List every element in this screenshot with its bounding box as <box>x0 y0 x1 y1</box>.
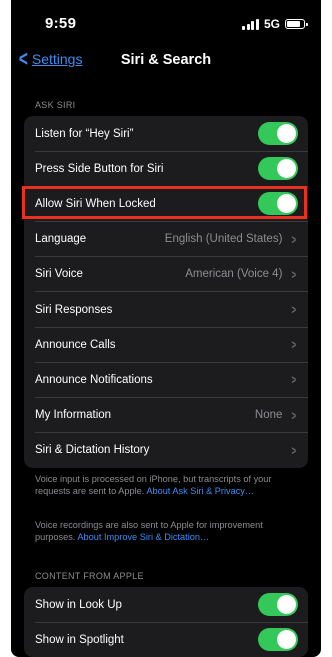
announce-notifications-row[interactable]: Announce Notifications > <box>24 362 308 398</box>
recordings-footnote: Voice recordings are also sent to Apple … <box>35 520 303 544</box>
my-information-row[interactable]: My Information None > <box>24 398 308 433</box>
chevron-right-icon: > <box>291 266 297 282</box>
language-row[interactable]: Language English (United States) > <box>24 222 308 257</box>
allow-when-locked-label: Allow Siri When Locked <box>35 197 156 210</box>
status-bar: 9:59 5G <box>11 0 321 44</box>
voice-input-footnote: Voice input is processed on iPhone, but … <box>35 474 303 498</box>
siri-voice-label: Siri Voice <box>35 268 83 281</box>
about-ask-siri-link[interactable]: About Ask Siri & Privacy… <box>146 486 254 496</box>
show-in-spotlight-row[interactable]: Show in Spotlight <box>24 622 308 657</box>
hey-siri-row[interactable]: Listen for “Hey Siri” <box>24 116 308 152</box>
chevron-right-icon: > <box>291 442 297 458</box>
side-button-label: Press Side Button for Siri <box>35 162 164 175</box>
side-button-toggle[interactable] <box>258 157 298 181</box>
show-in-look-up-label: Show in Look Up <box>35 598 122 611</box>
announce-calls-label: Announce Calls <box>35 338 116 351</box>
section-header-content-from-apple: CONTENT FROM APPLE <box>35 571 144 581</box>
allow-when-locked-row[interactable]: Allow Siri When Locked <box>24 186 308 222</box>
chevron-right-icon: > <box>291 372 297 388</box>
chevron-right-icon: > <box>291 337 297 353</box>
phone-screen: 9:59 5G < Settings Siri & Search ASK SIR… <box>11 0 321 657</box>
siri-voice-row[interactable]: Siri Voice American (Voice 4) > <box>24 257 308 293</box>
allow-when-locked-toggle[interactable] <box>258 192 298 216</box>
hey-siri-label: Listen for “Hey Siri” <box>35 127 134 140</box>
siri-history-row[interactable]: Siri & Dictation History > <box>24 433 308 468</box>
language-value: English (United States) <box>164 233 283 246</box>
status-time: 9:59 <box>45 15 77 32</box>
my-information-label: My Information <box>35 409 112 422</box>
navigation-bar: < Settings Siri & Search <box>11 44 321 78</box>
show-in-look-up-toggle[interactable] <box>258 593 298 617</box>
show-in-spotlight-label: Show in Spotlight <box>35 633 124 646</box>
page-title: Siri & Search <box>120 52 212 68</box>
chevron-right-icon: > <box>291 407 297 423</box>
about-improve-siri-link[interactable]: About Improve Siri & Dictation… <box>77 532 209 542</box>
siri-responses-row[interactable]: Siri Responses > <box>24 292 308 328</box>
show-in-look-up-row[interactable]: Show in Look Up <box>24 587 308 623</box>
show-in-spotlight-toggle[interactable] <box>258 628 298 652</box>
hey-siri-toggle[interactable] <box>258 122 298 146</box>
battery-icon <box>285 19 308 29</box>
siri-voice-value: American (Voice 4) <box>185 268 283 281</box>
cellular-signal-icon <box>242 18 259 30</box>
chevron-right-icon: > <box>291 231 297 247</box>
siri-history-label: Siri & Dictation History <box>35 444 150 457</box>
my-information-value: None <box>254 409 283 422</box>
siri-responses-label: Siri Responses <box>35 303 113 316</box>
section-header-ask-siri: ASK SIRI <box>35 100 76 110</box>
side-button-row[interactable]: Press Side Button for Siri <box>24 151 308 187</box>
announce-calls-row[interactable]: Announce Calls > <box>24 327 308 363</box>
network-type: 5G <box>263 17 280 31</box>
chevron-right-icon: > <box>291 302 297 318</box>
status-indicators: 5G <box>242 17 308 31</box>
language-label: Language <box>35 233 87 246</box>
ask-siri-group: Listen for “Hey Siri” Press Side Button … <box>24 116 308 468</box>
announce-notifications-label: Announce Notifications <box>35 373 153 386</box>
content-from-apple-group: Show in Look Up Show in Spotlight <box>24 587 308 657</box>
